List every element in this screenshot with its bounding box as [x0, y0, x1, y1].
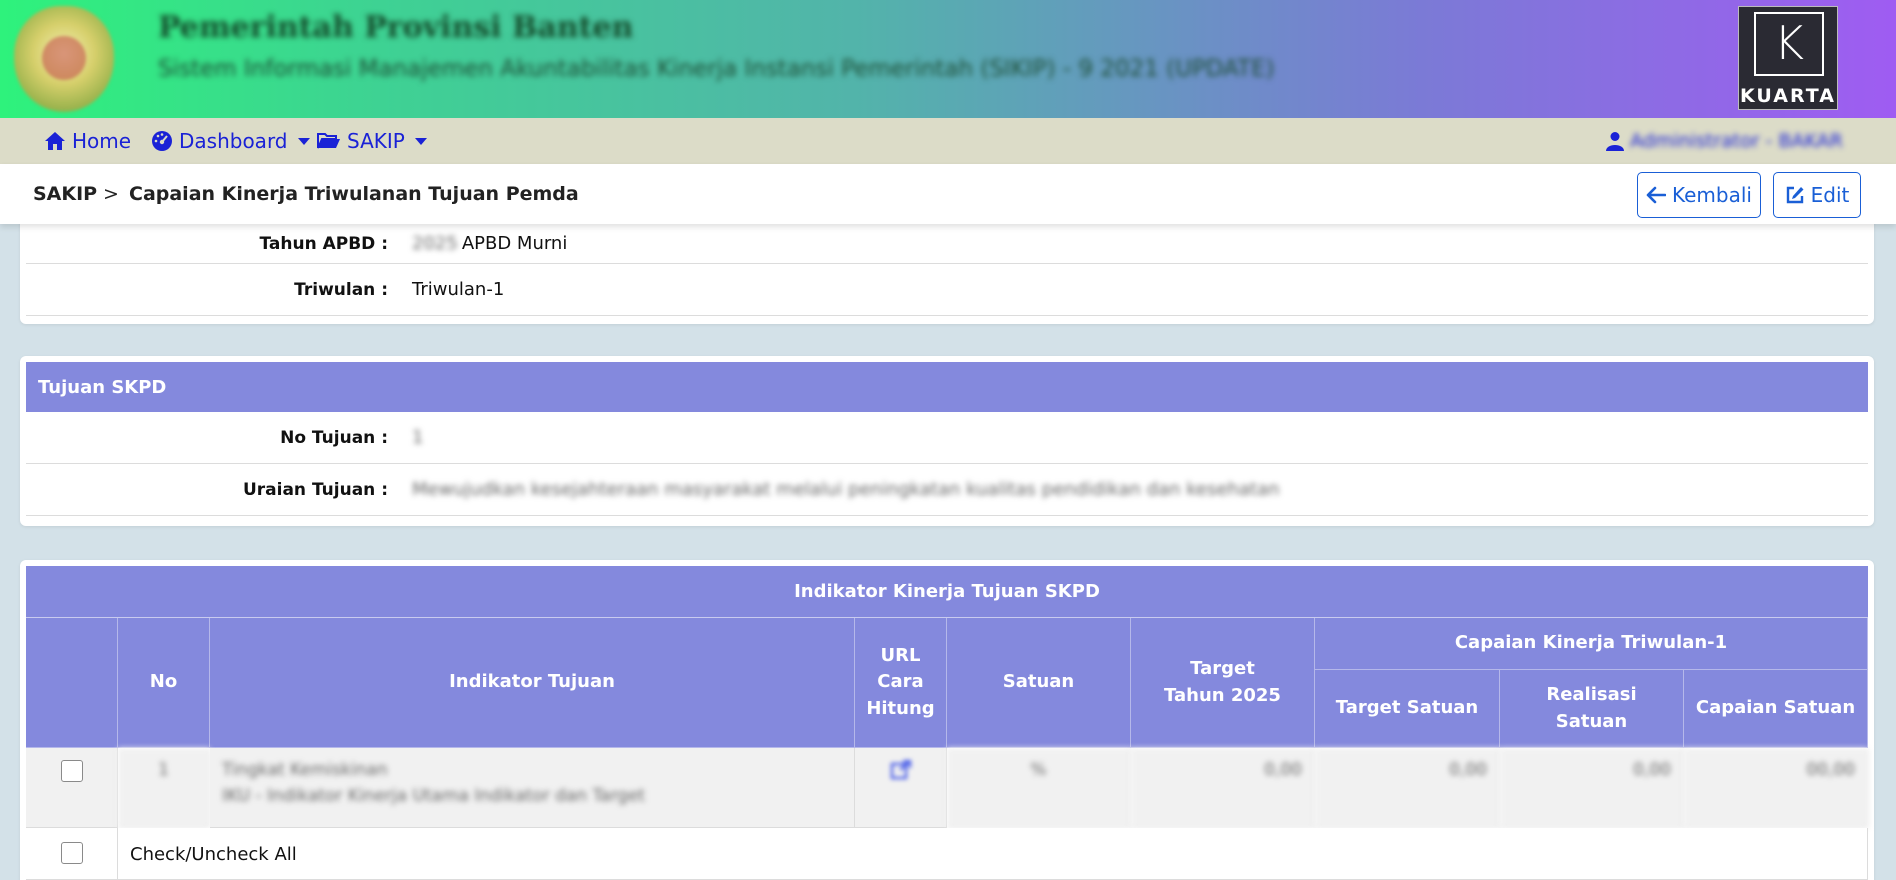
col-url-line3: Hitung: [866, 697, 935, 719]
triwulan-row: Triwulan : Triwulan-1: [26, 264, 1868, 316]
dashboard-gauge-icon: [152, 131, 172, 151]
col-target-line1: Target: [1190, 658, 1255, 680]
col-target-line2: Tahun 2025: [1164, 684, 1281, 706]
brand-name: KUARTA: [1740, 85, 1836, 107]
user-name: Administrator - BAKAR: [1630, 130, 1843, 152]
indikator-card: Indikator Kinerja Tujuan SKPD No Indikat…: [20, 560, 1874, 880]
row-capaian-satuan: 00,00: [1684, 748, 1868, 828]
check-all-label: Check/Uncheck All: [118, 828, 1868, 880]
row-target: 0,00: [1131, 748, 1315, 828]
breadcrumb-separator: >: [103, 183, 119, 205]
col-target-satuan: Target Satuan: [1315, 670, 1500, 748]
col-no: No: [118, 618, 210, 748]
row-satuan: %: [947, 748, 1131, 828]
uraian-tujuan-value: Mewujudkan kesejahteraan masyarakat mela…: [412, 479, 1280, 500]
user-icon: [1606, 132, 1624, 151]
chevron-down-icon: [297, 137, 310, 145]
chevron-down-icon: [414, 137, 427, 145]
row-realisasi-satuan: 0,00: [1500, 748, 1684, 828]
main-navbar: Home Dashboard SAKIP Administrator - BAK…: [0, 118, 1896, 164]
province-emblem-logo: [14, 6, 114, 112]
col-realisasi-satuan: Realisasi Satuan: [1500, 670, 1684, 748]
brand-letter: K: [1773, 16, 1805, 70]
indikator-table-title: Indikator Kinerja Tujuan SKPD: [26, 566, 1868, 618]
row-indikator-name: Tingkat Kemiskinan: [222, 760, 388, 780]
col-target-tahun: Target Tahun 2025: [1131, 618, 1315, 748]
tujuan-header: Tujuan SKPD: [26, 362, 1868, 412]
folder-open-icon: [317, 133, 340, 149]
edit-button-label: Edit: [1810, 183, 1850, 207]
tahun-label: Tahun APBD :: [259, 233, 388, 254]
nav-dashboard[interactable]: Dashboard: [151, 118, 310, 164]
row-indikator-detail: IKU - Indikator Kinerja Utama Indikator …: [222, 786, 646, 806]
page-title: Capaian Kinerja Triwulanan Tujuan Pemda: [129, 183, 579, 205]
back-button[interactable]: Kembali: [1637, 172, 1761, 218]
top-banner: Pemerintah Provinsi Banten Sistem Inform…: [0, 0, 1896, 118]
triwulan-label: Triwulan :: [294, 279, 388, 300]
col-checkbox: [26, 618, 118, 748]
tahun-anggaran: APBD Murni: [461, 233, 568, 254]
col-url-line1: URL: [880, 645, 921, 667]
uraian-tujuan-row: Uraian Tujuan : Mewujudkan kesejahteraan…: [26, 464, 1868, 516]
col-satuan: Satuan: [947, 618, 1131, 748]
no-tujuan-value: 1: [412, 427, 424, 448]
edit-button[interactable]: Edit: [1773, 172, 1861, 218]
no-tujuan-label: No Tujuan :: [280, 427, 388, 448]
col-url-cara-hitung: URL Cara Hitung: [855, 618, 947, 748]
row-checkbox[interactable]: [60, 760, 83, 782]
row-target-satuan: 0,00: [1315, 748, 1500, 828]
user-menu[interactable]: Administrator - BAKAR: [1606, 118, 1843, 164]
no-tujuan-row: No Tujuan : 1: [26, 412, 1868, 464]
nav-sakip-label: SAKIP: [347, 129, 405, 153]
banner-title: Pemerintah Provinsi Banten: [158, 10, 634, 45]
banner-subtitle: Sistem Informasi Manajemen Akuntabilitas…: [158, 56, 1275, 82]
col-realisasi-line1: Realisasi: [1546, 684, 1637, 706]
row-url-cell: [855, 748, 947, 828]
col-indikator-tujuan: Indikator Tujuan: [210, 618, 855, 748]
breadcrumb-root[interactable]: SAKIP: [33, 164, 97, 224]
col-realisasi-line2: Satuan: [1555, 710, 1628, 732]
tujuan-card: Tujuan SKPD No Tujuan : 1 Uraian Tujuan …: [20, 356, 1874, 526]
tahun-year: 2025: [412, 233, 458, 254]
col-capaian-group: Capaian Kinerja Triwulan-1: [1315, 618, 1868, 670]
check-all-checkbox[interactable]: [60, 842, 83, 864]
tahun-row: Tahun APBD : 2025 APBD Murni: [26, 224, 1868, 264]
back-button-label: Kembali: [1672, 183, 1752, 207]
table-row-checkbox-cell: [26, 748, 118, 828]
tahun-value: 2025 APBD Murni: [412, 224, 567, 263]
edit-icon: [1786, 186, 1804, 204]
col-url-line2: Cara: [877, 671, 924, 693]
home-icon: [45, 132, 65, 150]
triwulan-value: Triwulan-1: [412, 279, 505, 300]
breadcrumb-bar: SAKIP > Capaian Kinerja Triwulanan Tujua…: [0, 164, 1896, 224]
row-indikator: Tingkat Kemiskinan IKU - Indikator Kiner…: [210, 748, 855, 828]
uraian-tujuan-label: Uraian Tujuan :: [242, 479, 388, 500]
col-capaian-satuan: Capaian Satuan: [1684, 670, 1868, 748]
arrow-left-icon: [1646, 186, 1666, 204]
kuarta-brand-logo: K KUARTA: [1738, 6, 1838, 110]
row-no: 1: [118, 748, 210, 828]
external-link-icon[interactable]: [890, 760, 912, 780]
nav-sakip[interactable]: SAKIP: [317, 118, 427, 164]
nav-home-label: Home: [72, 129, 132, 153]
nav-dashboard-label: Dashboard: [179, 129, 288, 153]
nav-home[interactable]: Home: [44, 118, 131, 164]
check-all-cell: [26, 828, 118, 880]
